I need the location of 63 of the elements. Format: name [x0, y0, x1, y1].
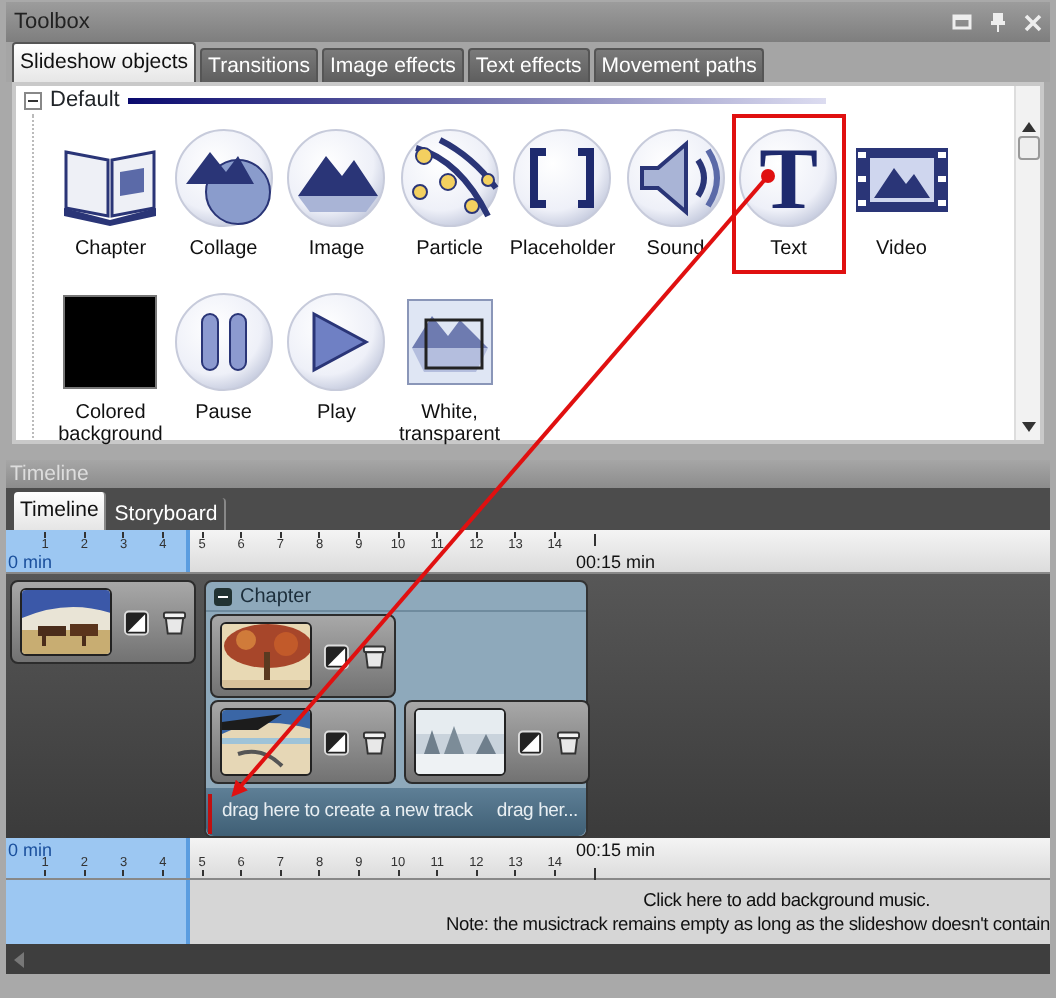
bin-icon[interactable]	[361, 643, 386, 669]
time-label: 0 min	[8, 552, 53, 572]
collapse-icon[interactable]	[24, 92, 42, 110]
object-tile[interactable]: T Text	[732, 114, 845, 274]
color-swatch-icon	[60, 292, 161, 392]
scroll-down-icon[interactable]	[1021, 422, 1035, 432]
music-track[interactable]: Click here to add background music. Note: the musictrack remains empty as long as the slideshow doesn't contain	[6, 880, 1050, 944]
brackets-icon	[512, 128, 613, 228]
scroll-up-icon[interactable]	[1021, 122, 1035, 132]
bin-icon[interactable]	[555, 729, 580, 755]
play-icon	[286, 292, 387, 392]
tab[interactable]: Text effects	[467, 48, 590, 82]
drop-hint: drag her...	[496, 797, 578, 826]
vertical-scrollbar[interactable]	[1014, 86, 1040, 440]
contrast-icon[interactable]	[124, 609, 149, 635]
particles-icon	[399, 128, 500, 228]
speaker-icon	[625, 128, 726, 228]
collage-icon	[173, 128, 274, 228]
group-title: Default	[50, 86, 120, 117]
tab[interactable]: Slideshow objects	[12, 42, 197, 82]
object-tile[interactable]: Image	[280, 114, 393, 274]
bin-icon[interactable]	[161, 609, 186, 635]
scroll-left-icon[interactable]	[14, 951, 24, 967]
pin-icon[interactable]	[990, 12, 1006, 32]
object-tile[interactable]: Video	[845, 114, 958, 274]
contrast-icon[interactable]	[518, 729, 543, 755]
object-tile[interactable]: Particle	[393, 114, 506, 274]
tab[interactable]: Transitions	[200, 48, 319, 82]
window-icon[interactable]	[952, 12, 972, 32]
slide-card[interactable]	[210, 700, 396, 784]
time-label: 0 min	[8, 840, 53, 860]
panel-title: Timeline	[6, 460, 1050, 488]
slide-card[interactable]	[404, 700, 590, 784]
tab[interactable]: Image effects	[322, 48, 464, 82]
insertion-marker	[208, 794, 212, 834]
mountain-icon	[286, 128, 387, 228]
drop-zone[interactable]: drag here to create a new track drag her...	[206, 788, 586, 836]
time-label: 00:15 min	[576, 840, 656, 860]
object-tile[interactable]: Placeholder	[506, 114, 619, 274]
chapter-title: Chapter	[240, 583, 312, 611]
music-note: Note: the musictrack remains empty as long as the slideshow doesn't contain	[446, 912, 1050, 936]
object-tile[interactable]: Chapter	[54, 114, 167, 274]
object-tile[interactable]: Sound	[619, 114, 732, 274]
scroll-thumb[interactable]	[1017, 136, 1039, 160]
horizontal-scrollbar[interactable]	[6, 944, 1050, 974]
bin-icon[interactable]	[361, 729, 386, 755]
drop-hint: drag here to create a new track	[222, 797, 473, 826]
slide-card[interactable]	[210, 614, 396, 698]
slide-card[interactable]	[10, 580, 196, 664]
object-tile[interactable]: Pause	[167, 278, 280, 438]
tab[interactable]: Timeline	[14, 492, 107, 530]
contrast-icon[interactable]	[324, 729, 349, 755]
object-tile[interactable]: Play	[280, 278, 393, 438]
tab[interactable]: Movement paths	[593, 48, 765, 82]
object-tile[interactable]: Collage	[167, 114, 280, 274]
close-icon[interactable]	[1024, 13, 1042, 31]
pause-icon	[173, 292, 274, 392]
contrast-icon[interactable]	[324, 643, 349, 669]
music-hint: Click here to add background music.	[643, 888, 930, 912]
panel-title: Toolbox	[14, 7, 92, 38]
text-icon	[738, 128, 839, 228]
time-label: 00:15 min	[576, 552, 656, 572]
collapse-icon[interactable]	[214, 587, 232, 605]
